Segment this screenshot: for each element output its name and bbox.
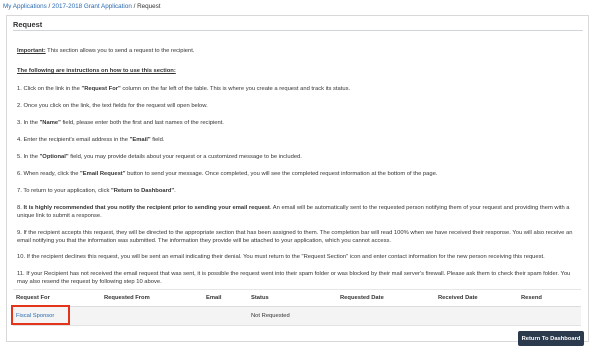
step-text: field, please enter both the first and l… bbox=[60, 120, 224, 126]
step-text: . bbox=[174, 188, 176, 194]
cell-email bbox=[203, 306, 248, 326]
instruction-step-5: 5. In the "Optional" field, you may prov… bbox=[17, 153, 577, 161]
instruction-step-7: 7. To return to your application, click … bbox=[17, 187, 577, 195]
instructions-heading: The following are instructions on how to… bbox=[17, 68, 176, 74]
instruction-step-11: 11. If your Recipient has not received t… bbox=[17, 270, 577, 286]
step-text: 10. If the recipient declines this reque… bbox=[17, 254, 545, 260]
instruction-step-6: 6. When ready, click the "Email Request"… bbox=[17, 170, 577, 178]
page-title: Request bbox=[13, 20, 43, 29]
step-bold-text: "Email Request" bbox=[80, 171, 126, 177]
instruction-step-4: 4. Enter the recipient's email address i… bbox=[17, 136, 577, 144]
step-bold-text: "Optional" bbox=[39, 154, 69, 160]
column-header-request-for: Request For bbox=[13, 289, 101, 307]
column-header-email: Email bbox=[203, 289, 248, 307]
instruction-step-9: 9. If the recipient accepts this request… bbox=[17, 229, 577, 245]
cell-requested-from bbox=[101, 306, 203, 326]
cell-resend bbox=[518, 306, 581, 326]
table-row: Fiscal Sponsor Not Requested bbox=[13, 306, 581, 326]
return-to-dashboard-button[interactable]: Return To Dashboard bbox=[518, 331, 584, 346]
instruction-step-2: 2. Once you click on the link, the text … bbox=[17, 102, 577, 110]
title-divider bbox=[13, 30, 583, 31]
step-bold-text: "Email" bbox=[129, 137, 151, 143]
cell-requested-date bbox=[337, 306, 435, 326]
cell-received-date bbox=[435, 306, 518, 326]
request-table: Request For Requested From Email Status … bbox=[13, 289, 581, 326]
step-text: 6. When ready, click the bbox=[17, 171, 81, 177]
step-bold-text: "Request For" bbox=[81, 86, 121, 92]
step-text: 11. If your Recipient has not received t… bbox=[17, 271, 571, 286]
column-header-resend: Resend bbox=[518, 289, 581, 307]
step-text: 9. If the recipient accepts this request… bbox=[17, 230, 573, 245]
step-text: 4. Enter the recipient's email address i… bbox=[17, 137, 130, 143]
cell-status: Not Requested bbox=[248, 306, 337, 326]
table-header-row: Request For Requested From Email Status … bbox=[13, 289, 581, 307]
step-text: button to send your message. Once comple… bbox=[125, 171, 438, 177]
step-text: 1. Click on the link in the bbox=[17, 86, 82, 92]
breadcrumb: My Applications / 2017-2018 Grant Applic… bbox=[3, 3, 161, 10]
step-text: column on the far left of the table. Thi… bbox=[120, 86, 351, 92]
highlight-box bbox=[11, 305, 70, 325]
breadcrumb-my-applications-link[interactable]: My Applications bbox=[3, 3, 47, 10]
instruction-step-1: 1. Click on the link in the "Request For… bbox=[17, 85, 577, 93]
important-notice: Important: This section allows you to se… bbox=[17, 48, 194, 54]
breadcrumb-current: Request bbox=[137, 3, 161, 10]
instruction-step-10: 10. If the recipient declines this reque… bbox=[17, 253, 577, 261]
step-text: 3. In the bbox=[17, 120, 40, 126]
instruction-step-8: 8. It is highly recommended that you not… bbox=[17, 204, 577, 220]
important-label: Important: bbox=[17, 48, 46, 54]
step-text: field. bbox=[150, 137, 165, 143]
instruction-step-3: 3. In the "Name" field, please enter bot… bbox=[17, 119, 577, 127]
column-header-requested-from: Requested From bbox=[101, 289, 203, 307]
breadcrumb-grant-application-link[interactable]: 2017-2018 Grant Application bbox=[52, 3, 132, 10]
step-text: 7. To return to your application, click bbox=[17, 188, 111, 194]
step-text: 5. In the bbox=[17, 154, 40, 160]
step-bold-text: It is highly recommended that you notify… bbox=[23, 205, 270, 211]
step-text: 2. Once you click on the link, the text … bbox=[17, 103, 208, 109]
important-text: This section allows you to send a reques… bbox=[45, 48, 195, 54]
step-bold-text: "Return to Dashboard" bbox=[110, 188, 175, 194]
column-header-requested-date: Requested Date bbox=[337, 289, 435, 307]
column-header-status: Status bbox=[248, 289, 337, 307]
column-header-received-date: Received Date bbox=[435, 289, 518, 307]
step-text: field, you may provide details about you… bbox=[68, 154, 302, 160]
step-bold-text: "Name" bbox=[39, 120, 61, 126]
